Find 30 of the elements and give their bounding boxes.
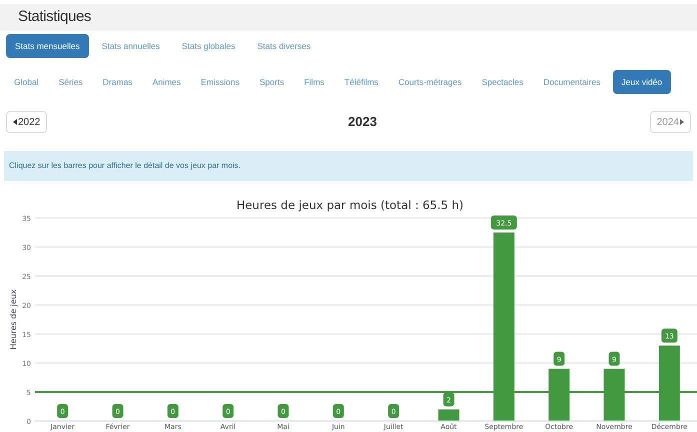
bar[interactable] [438, 409, 460, 421]
tab[interactable]: Courts-métrages [390, 70, 470, 94]
caret-left-icon [13, 119, 17, 125]
previous-year-button[interactable]: 2022 [6, 111, 48, 133]
next-year-button[interactable]: 2024 [650, 111, 691, 133]
bar[interactable] [658, 346, 680, 421]
page-title: Statistiques [18, 7, 92, 28]
chart-title: Heures de jeux par mois (total : 65.5 h) [236, 198, 464, 212]
tab[interactable]: Stats globales [172, 34, 244, 58]
tab[interactable]: Films [296, 70, 332, 94]
tab[interactable]: Emissions [192, 70, 248, 94]
tab[interactable]: Stats annuelles [92, 34, 169, 58]
tab[interactable]: Documentaires [535, 70, 608, 94]
tab[interactable]: Dramas [94, 70, 140, 94]
tab[interactable]: Sports [252, 70, 292, 94]
tab[interactable]: Stats mensuelles [6, 34, 89, 58]
info-text: Cliquez sur les barres pour afficher le détail de vos jeux par mois. [9, 160, 241, 172]
bar[interactable] [548, 368, 570, 421]
y-axis-title: Heures de jeux [9, 289, 18, 350]
current-year: 2023 [348, 113, 377, 132]
tab[interactable]: Spectacles [474, 70, 532, 94]
tab[interactable]: Séries [50, 70, 91, 94]
tab[interactable]: Jeux vidéo [612, 70, 672, 94]
bar[interactable] [604, 368, 625, 421]
caret-right-icon [680, 119, 684, 125]
tab[interactable]: Global [6, 70, 47, 94]
tab[interactable]: Téléfilms [336, 70, 386, 94]
bar[interactable] [493, 232, 514, 421]
tab[interactable]: Animes [144, 70, 189, 94]
tab[interactable]: Stats diverses [248, 34, 320, 58]
